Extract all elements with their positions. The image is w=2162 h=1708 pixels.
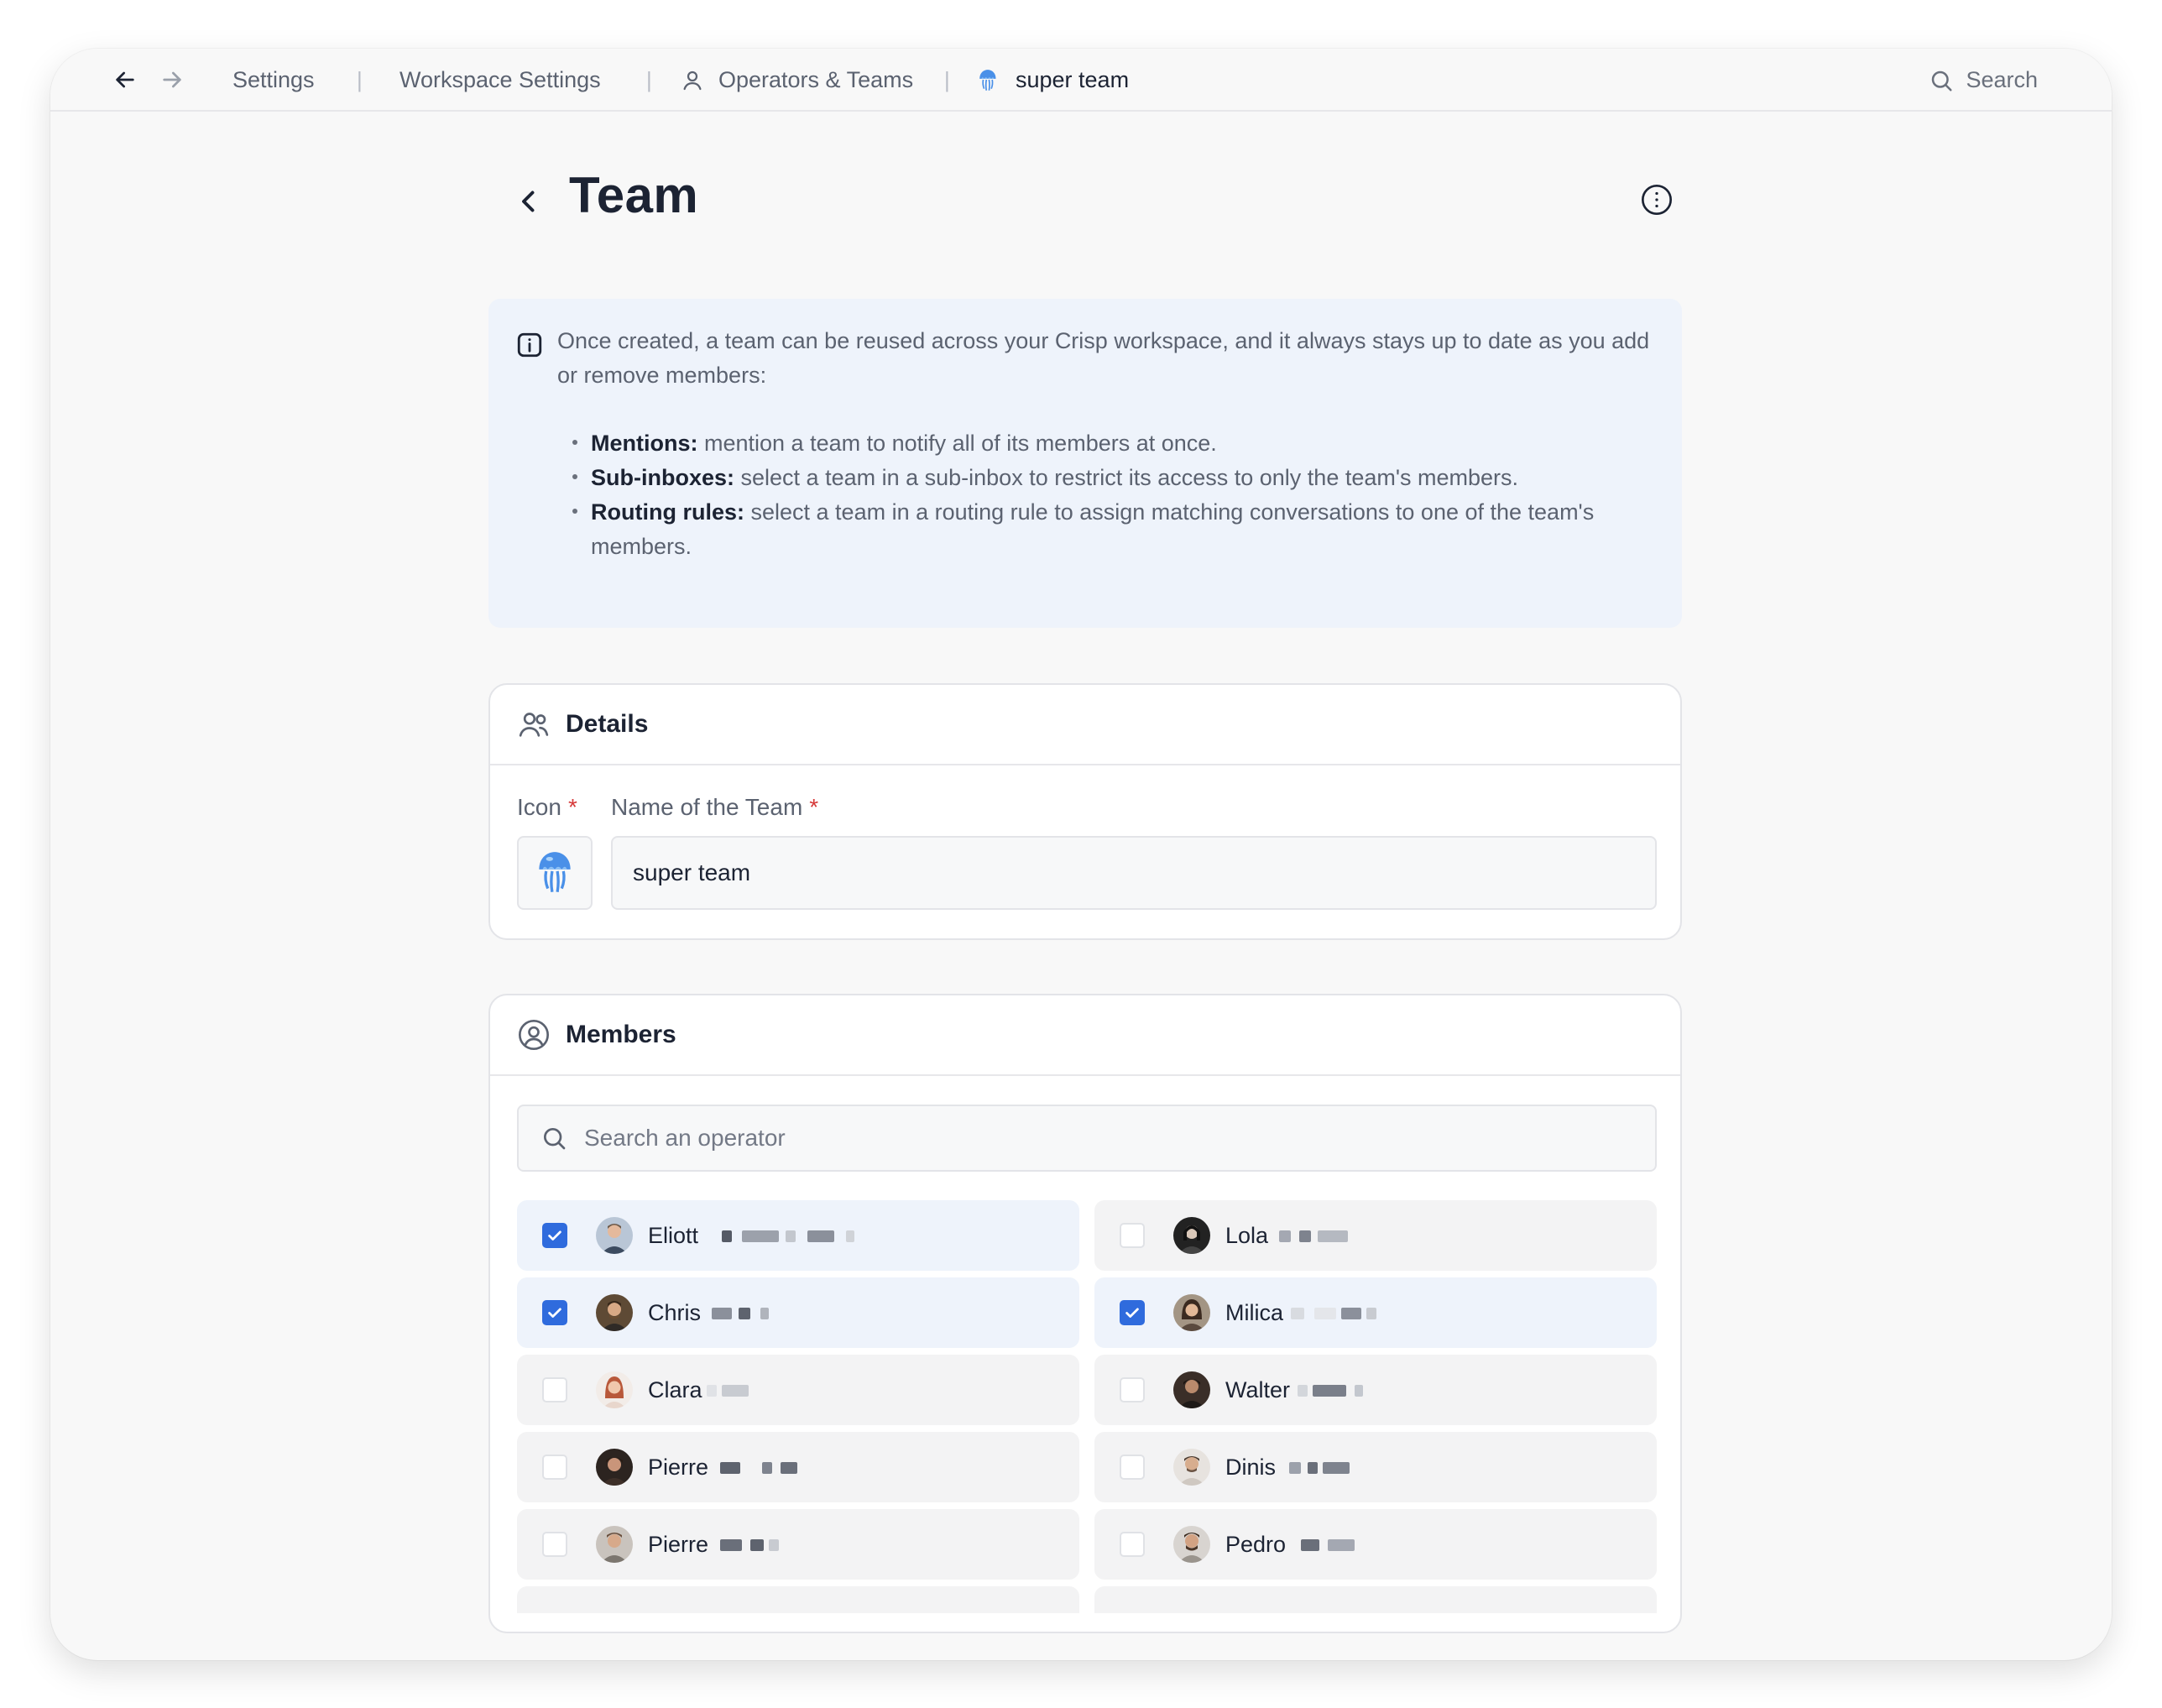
info-notice: Once created, a team can be reused acros… xyxy=(488,299,1682,628)
search-icon xyxy=(544,1128,566,1150)
details-card: Details Icon * Name of the Team * xyxy=(488,683,1682,940)
member-name: Eliott xyxy=(648,1222,699,1248)
team-icon-picker[interactable] xyxy=(517,836,593,910)
team-name-input[interactable] xyxy=(611,836,1657,910)
check-icon xyxy=(548,1230,561,1241)
member-checkbox[interactable] xyxy=(1120,1377,1145,1402)
member-name: Clara xyxy=(648,1376,702,1402)
jellyfish-icon xyxy=(977,68,1002,93)
member-name: Dinis xyxy=(1225,1454,1277,1480)
info-intro: Once created, a team can be reused acros… xyxy=(557,328,1650,388)
member-name: Milica xyxy=(1225,1299,1284,1325)
avatar xyxy=(1173,1371,1210,1408)
breadcrumb-workspace-settings[interactable]: Workspace Settings xyxy=(400,49,601,112)
user-icon xyxy=(680,68,705,93)
check-icon xyxy=(548,1308,561,1318)
member-checkbox[interactable] xyxy=(1120,1223,1145,1248)
avatar xyxy=(596,1217,633,1254)
avatar xyxy=(1173,1526,1210,1563)
member-checkbox[interactable] xyxy=(542,1532,567,1557)
member-checkbox[interactable] xyxy=(542,1223,567,1248)
member-checkbox[interactable] xyxy=(1120,1455,1145,1480)
avatar xyxy=(596,1371,633,1408)
jellyfish-icon xyxy=(539,852,571,893)
members-header: Members xyxy=(490,995,1680,1076)
info-list: Mentions: mention a team to notify all o… xyxy=(557,426,1655,564)
check-icon xyxy=(1125,1308,1139,1318)
avatar xyxy=(1173,1217,1210,1254)
member-row-pedro[interactable]: Pedro xyxy=(1094,1509,1657,1580)
member-name: Pedro xyxy=(1225,1531,1287,1557)
top-bar: Settings | Workspace Settings | Operator… xyxy=(50,49,2112,112)
member-row-partial[interactable] xyxy=(1094,1586,1657,1613)
avatar xyxy=(1173,1294,1210,1331)
member-checkbox[interactable] xyxy=(1120,1300,1145,1325)
member-name: Walter xyxy=(1225,1376,1291,1402)
member-row-clara[interactable]: Clara xyxy=(517,1355,1079,1425)
member-name: Pierre xyxy=(648,1531,709,1557)
member-row-partial[interactable] xyxy=(517,1586,1079,1613)
team-name-label: Name of the Team * xyxy=(611,794,819,820)
chevron-left-icon xyxy=(522,191,535,212)
breadcrumb-separator: | xyxy=(646,67,652,92)
member-row-pierre-1[interactable]: Pierre xyxy=(517,1432,1079,1502)
member-row-chris[interactable]: Chris xyxy=(517,1277,1079,1348)
app-window: Settings | Workspace Settings | Operator… xyxy=(50,49,2112,1660)
page-title: Team xyxy=(569,167,699,223)
info-item-sub-inboxes: Sub-inboxes: select a team in a sub-inbo… xyxy=(572,461,1655,495)
info-icon xyxy=(517,332,542,358)
avatar xyxy=(596,1294,633,1331)
member-checkbox[interactable] xyxy=(542,1377,567,1402)
users-icon xyxy=(519,713,549,737)
user-circle-icon xyxy=(519,1020,549,1050)
forward-arrow-icon[interactable] xyxy=(156,64,188,96)
breadcrumb-separator: | xyxy=(944,67,950,92)
more-options-button[interactable] xyxy=(1638,181,1675,218)
members-list: Eliott Lola Chris Milica Clara Walter Pi… xyxy=(517,1200,1657,1613)
info-item-mentions: Mentions: mention a team to notify all o… xyxy=(572,426,1655,461)
breadcrumb-operators-teams[interactable]: Operators & Teams xyxy=(680,49,913,112)
breadcrumb-super-team[interactable]: super team xyxy=(977,49,1129,112)
avatar xyxy=(596,1449,633,1486)
member-name: Lola xyxy=(1225,1222,1269,1248)
member-checkbox[interactable] xyxy=(1120,1532,1145,1557)
member-row-walter[interactable]: Walter xyxy=(1094,1355,1657,1425)
back-arrow-icon[interactable] xyxy=(109,64,141,96)
member-row-eliott[interactable]: Eliott xyxy=(517,1200,1079,1271)
member-name: Chris xyxy=(648,1299,702,1325)
global-search-button[interactable]: Search xyxy=(1929,49,2038,112)
details-header: Details xyxy=(490,685,1680,765)
member-checkbox[interactable] xyxy=(542,1455,567,1480)
info-item-routing-rules: Routing rules: select a team in a routin… xyxy=(572,495,1655,564)
member-row-pierre-2[interactable]: Pierre xyxy=(517,1509,1079,1580)
breadcrumb-settings[interactable]: Settings xyxy=(232,49,315,112)
operator-search-input[interactable]: Search an operator xyxy=(517,1105,1657,1172)
avatar xyxy=(596,1526,633,1563)
back-button[interactable] xyxy=(510,183,547,220)
icon-label: Icon * xyxy=(517,794,577,820)
member-row-lola[interactable]: Lola xyxy=(1094,1200,1657,1271)
member-row-milica[interactable]: Milica xyxy=(1094,1277,1657,1348)
breadcrumb-separator: | xyxy=(357,67,363,92)
members-card: Members Search an operator Eliott Lola C… xyxy=(488,994,1682,1633)
member-checkbox[interactable] xyxy=(542,1300,567,1325)
member-name: Pierre xyxy=(648,1454,709,1480)
more-vertical-icon xyxy=(1642,185,1672,215)
avatar xyxy=(1173,1449,1210,1486)
member-row-dinis[interactable]: Dinis xyxy=(1094,1432,1657,1502)
search-icon xyxy=(1932,71,1952,91)
